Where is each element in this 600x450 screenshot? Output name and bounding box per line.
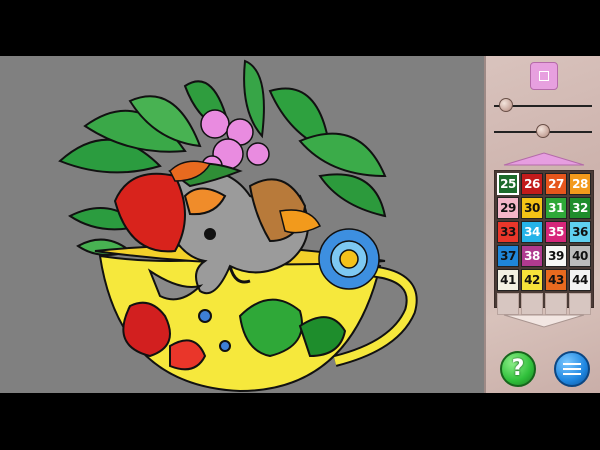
color-swatch-32[interactable]: 32: [569, 197, 591, 219]
menu-button[interactable]: [554, 351, 590, 387]
color-swatch-empty: [497, 293, 519, 315]
color-swatch-41[interactable]: 41: [497, 269, 519, 291]
brush-slider-thumb[interactable]: [536, 124, 550, 138]
color-swatch-27[interactable]: 27: [545, 173, 567, 195]
artwork-elephant-teacup[interactable]: [0, 56, 484, 393]
fit-to-screen-icon: [539, 71, 549, 81]
coloring-canvas[interactable]: [0, 56, 484, 393]
triangle-up-icon: [503, 152, 585, 166]
fit-to-screen-button[interactable]: [530, 62, 558, 90]
blue-flower[interactable]: [318, 228, 380, 290]
color-swatch-empty: [545, 293, 567, 315]
color-swatch-43[interactable]: 43: [545, 269, 567, 291]
letterbox-bottom: [0, 393, 600, 450]
color-swatch-36[interactable]: 36: [569, 221, 591, 243]
color-swatch-33[interactable]: 33: [497, 221, 519, 243]
brush-size-slider[interactable]: [494, 124, 592, 140]
color-swatch-26[interactable]: 26: [521, 173, 543, 195]
letterbox-top: [0, 0, 600, 56]
color-swatch-40[interactable]: 40: [569, 245, 591, 267]
hamburger-menu-icon: [563, 360, 581, 378]
color-swatch-35[interactable]: 35: [545, 221, 567, 243]
question-mark-icon: ?: [511, 356, 525, 381]
color-swatch-34[interactable]: 34: [521, 221, 543, 243]
color-swatch-44[interactable]: 44: [569, 269, 591, 291]
zoom-slider-thumb[interactable]: [498, 98, 513, 112]
tool-panel: 25 26 27 28 29 30 31 32 33 34 35 36 37 38 39 40 41 42 43 44…: [484, 56, 600, 393]
triangle-down-icon: [503, 314, 585, 328]
color-swatch-25[interactable]: 25: [497, 173, 519, 195]
color-swatch-28[interactable]: 28: [569, 173, 591, 195]
color-swatch-37[interactable]: 37: [497, 245, 519, 267]
hint-button[interactable]: ?: [500, 351, 536, 387]
color-swatch-29[interactable]: 29: [497, 197, 519, 219]
palette-scroll-up-button[interactable]: [496, 152, 592, 166]
color-swatch-42[interactable]: 42: [521, 269, 543, 291]
color-swatch-31[interactable]: 31: [545, 197, 567, 219]
color-swatch-38[interactable]: 38: [521, 245, 543, 267]
color-swatch-30[interactable]: 30: [521, 197, 543, 219]
color-swatch-empty: [521, 293, 543, 315]
color-swatch-39[interactable]: 39: [545, 245, 567, 267]
color-palette: 25 26 27 28 29 30 31 32 33 34 35 36 37 38 39 40 41 42 43 44: [494, 170, 594, 315]
zoom-slider[interactable]: [494, 98, 592, 114]
palette-scroll-down-button[interactable]: [496, 314, 592, 328]
color-swatch-empty: [569, 293, 591, 315]
